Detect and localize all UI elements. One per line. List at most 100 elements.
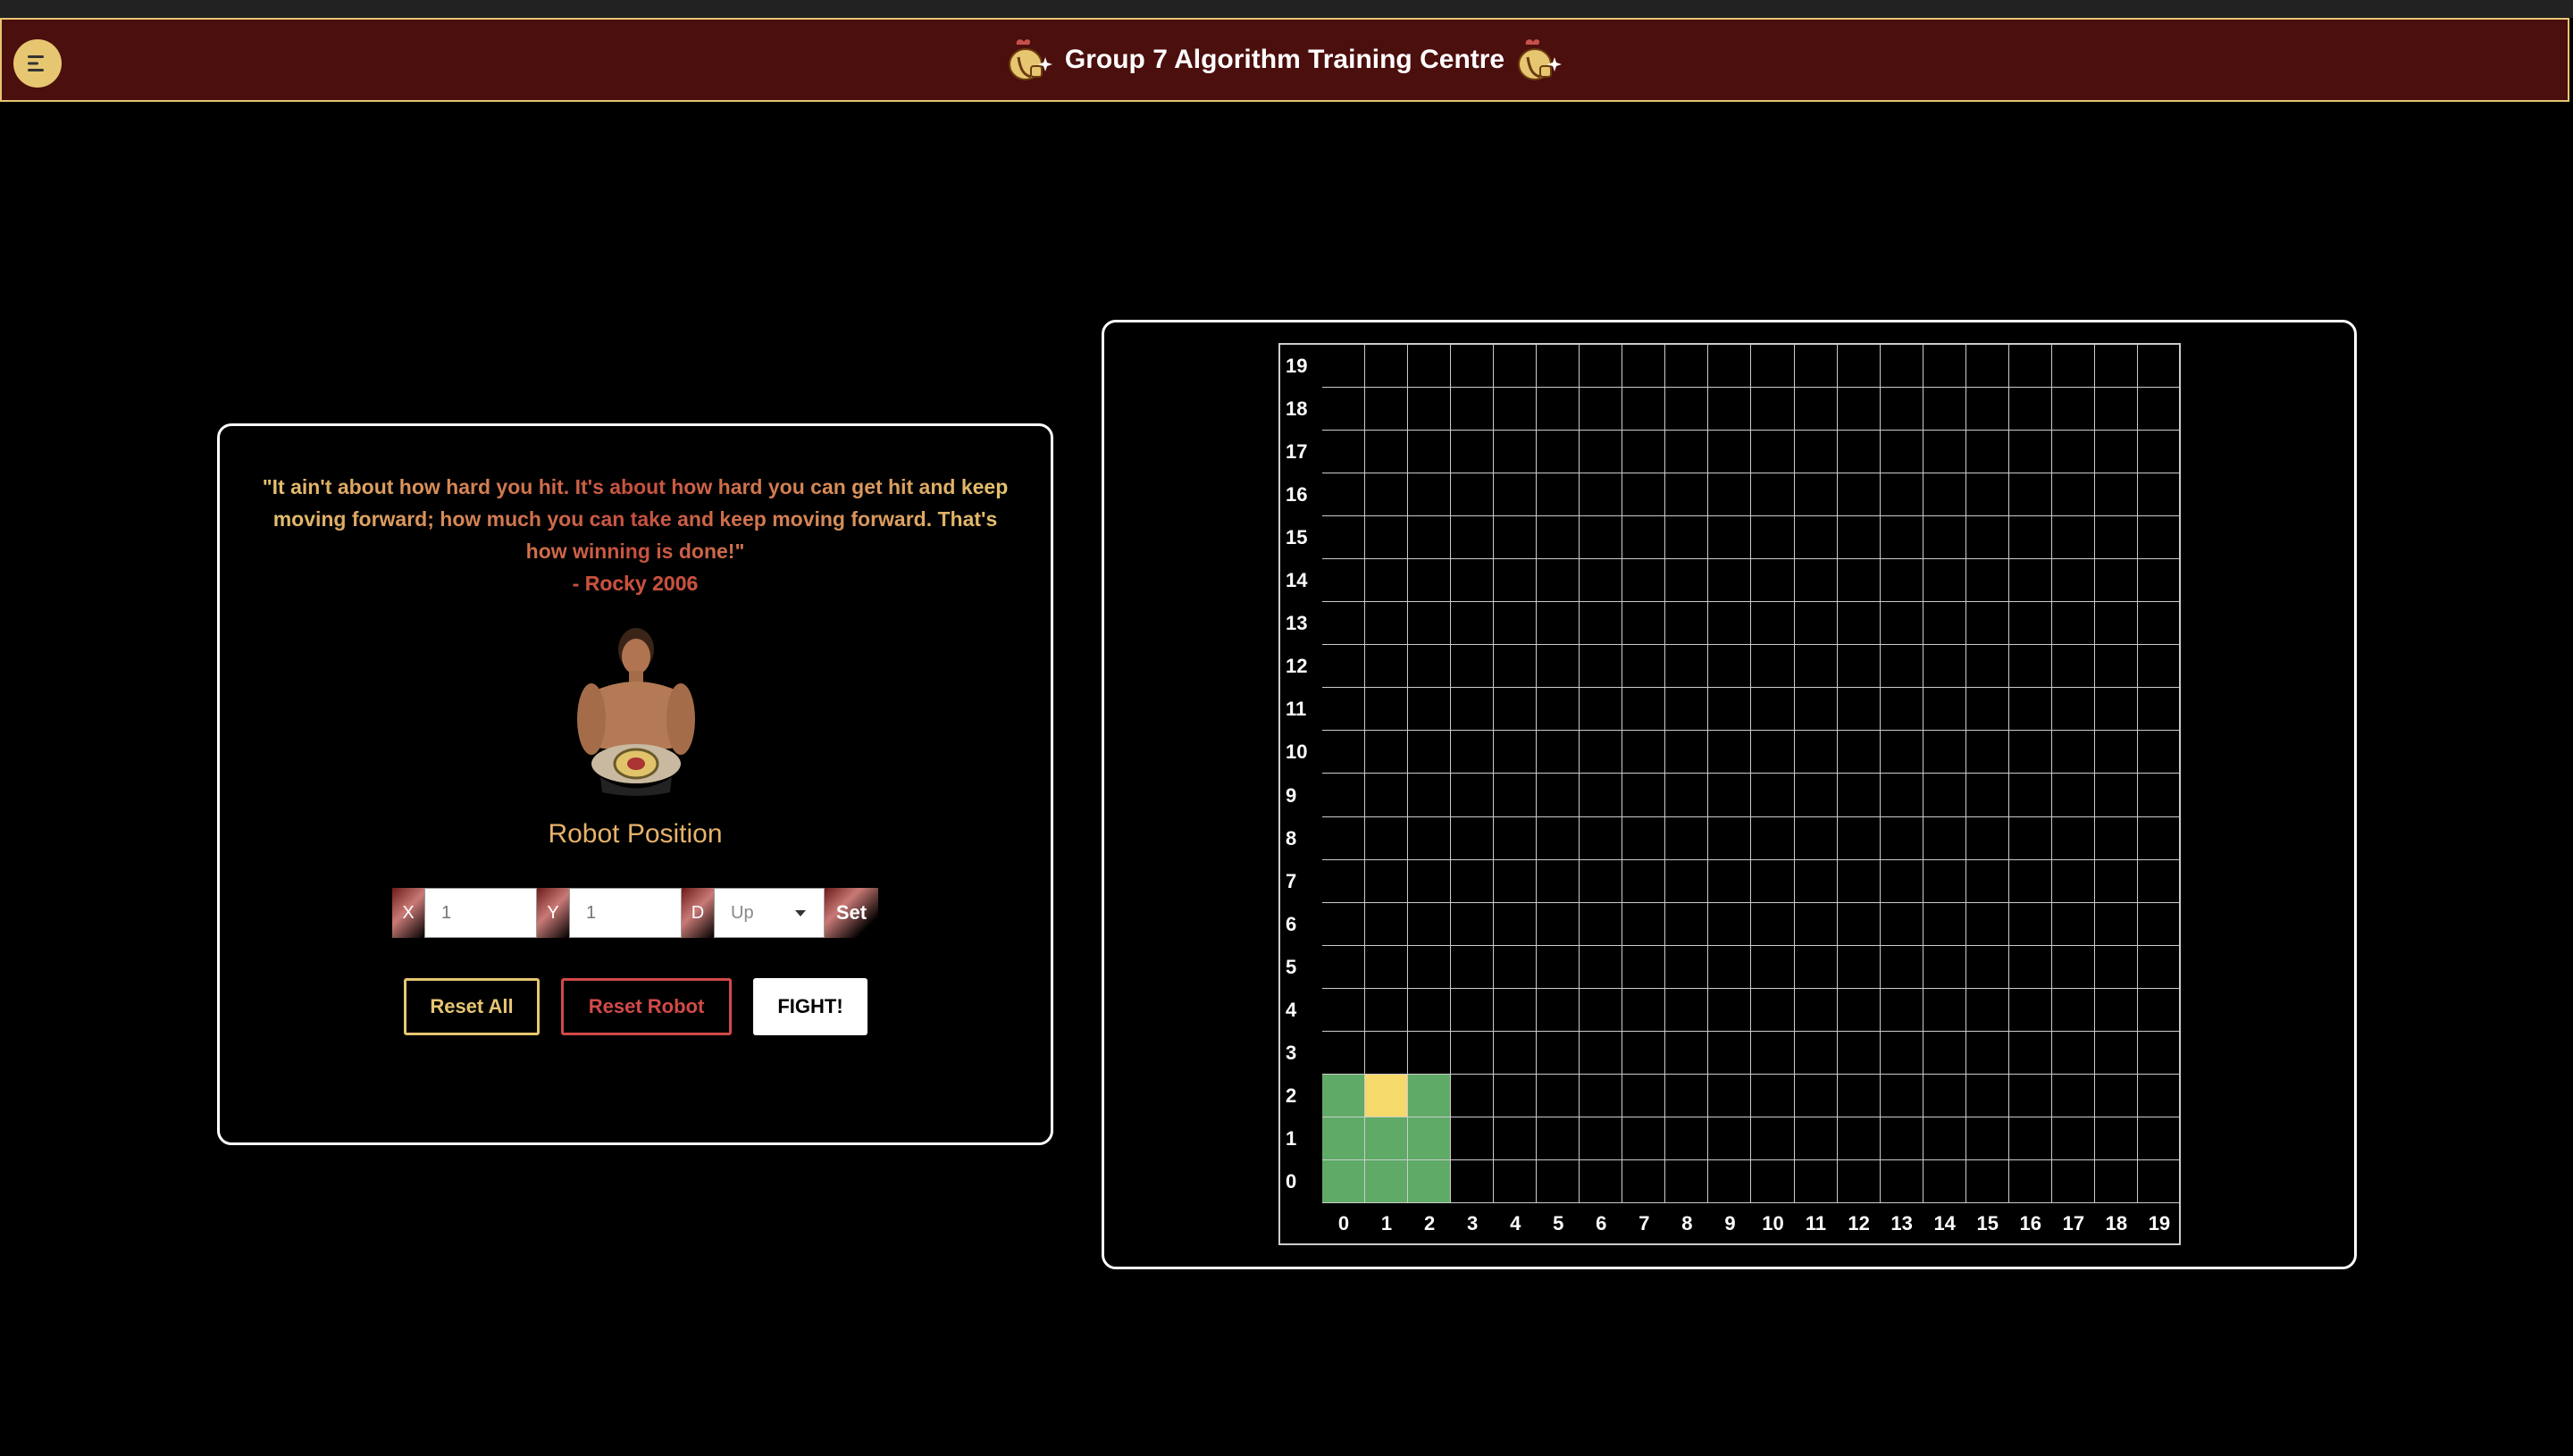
grid-cell[interactable] xyxy=(1837,688,1881,732)
grid-cell[interactable] xyxy=(1322,602,1366,646)
grid-cell[interactable] xyxy=(1880,516,1923,560)
grid-cell[interactable] xyxy=(2008,602,2052,646)
grid-cell[interactable] xyxy=(1708,1117,1752,1160)
grid-cell[interactable] xyxy=(1665,731,1709,774)
grid-cell[interactable] xyxy=(2137,731,2181,774)
grid-cell[interactable] xyxy=(1665,988,1709,1032)
grid-cell[interactable] xyxy=(1622,516,1666,560)
grid-cell[interactable] xyxy=(1665,431,1709,474)
robot-body-cell[interactable] xyxy=(1408,1117,1452,1160)
grid-cell[interactable] xyxy=(2137,1159,2181,1203)
grid-cell[interactable] xyxy=(1665,516,1709,560)
grid-cell[interactable] xyxy=(1965,859,2009,903)
grid-cell[interactable] xyxy=(2008,559,2052,603)
grid-cell[interactable] xyxy=(2008,688,2052,732)
grid-cell[interactable] xyxy=(1880,945,1923,989)
grid-cell[interactable] xyxy=(1408,988,1452,1032)
grid-cell[interactable] xyxy=(1365,688,1409,732)
grid-cell[interactable] xyxy=(1965,1031,2009,1075)
grid-cell[interactable] xyxy=(2137,431,2181,474)
grid-cell[interactable] xyxy=(1622,688,1666,732)
grid-cell[interactable] xyxy=(1665,645,1709,689)
grid-cell[interactable] xyxy=(1494,1159,1538,1203)
grid-cell[interactable] xyxy=(1794,388,1838,431)
grid-cell[interactable] xyxy=(1794,816,1838,860)
grid-cell[interactable] xyxy=(2094,816,2138,860)
grid-cell[interactable] xyxy=(1537,473,1580,517)
grid-cell[interactable] xyxy=(1537,1159,1580,1203)
grid-cell[interactable] xyxy=(2051,1074,2095,1117)
grid-cell[interactable] xyxy=(1580,1159,1623,1203)
grid-cell[interactable] xyxy=(1494,1074,1538,1117)
grid-cell[interactable] xyxy=(1965,473,2009,517)
grid-cell[interactable] xyxy=(2008,645,2052,689)
grid-cell[interactable] xyxy=(1751,902,1795,946)
grid-cell[interactable] xyxy=(1708,774,1752,817)
grid-cell[interactable] xyxy=(1965,559,2009,603)
grid-cell[interactable] xyxy=(1923,945,1966,989)
grid-cell[interactable] xyxy=(1965,1159,2009,1203)
grid-cell[interactable] xyxy=(1494,988,1538,1032)
grid-cell[interactable] xyxy=(1923,988,1966,1032)
grid-cell[interactable] xyxy=(1494,645,1538,689)
grid-cell[interactable] xyxy=(1751,1117,1795,1160)
grid-cell[interactable] xyxy=(1494,816,1538,860)
grid-cell[interactable] xyxy=(1322,988,1366,1032)
grid-cell[interactable] xyxy=(1837,1117,1881,1160)
grid-cell[interactable] xyxy=(2094,345,2138,389)
grid-cell[interactable] xyxy=(2094,988,2138,1032)
grid-cell[interactable] xyxy=(2008,988,2052,1032)
grid-cell[interactable] xyxy=(1794,688,1838,732)
grid-cell[interactable] xyxy=(1708,731,1752,774)
grid-cell[interactable] xyxy=(2051,988,2095,1032)
grid-cell[interactable] xyxy=(2008,1117,2052,1160)
grid-cell[interactable] xyxy=(1708,816,1752,860)
grid-cell[interactable] xyxy=(1408,945,1452,989)
grid-cell[interactable] xyxy=(1365,731,1409,774)
grid-cell[interactable] xyxy=(2051,816,2095,860)
grid-cell[interactable] xyxy=(1880,902,1923,946)
grid-cell[interactable] xyxy=(1923,559,1966,603)
grid-cell[interactable] xyxy=(2051,1117,2095,1160)
grid-cell[interactable] xyxy=(2137,816,2181,860)
grid-cell[interactable] xyxy=(2094,516,2138,560)
grid-cell[interactable] xyxy=(1322,731,1366,774)
grid-cell[interactable] xyxy=(1537,731,1580,774)
grid-cell[interactable] xyxy=(1965,388,2009,431)
grid-cell[interactable] xyxy=(1365,559,1409,603)
grid-cell[interactable] xyxy=(1751,602,1795,646)
robot-body-cell[interactable] xyxy=(1322,1074,1366,1117)
grid-cell[interactable] xyxy=(1451,1031,1495,1075)
grid-cell[interactable] xyxy=(1923,859,1966,903)
grid-cell[interactable] xyxy=(1708,902,1752,946)
grid-cell[interactable] xyxy=(2137,345,2181,389)
grid-cell[interactable] xyxy=(1494,431,1538,474)
grid-cell[interactable] xyxy=(1580,388,1623,431)
grid-cell[interactable] xyxy=(1751,816,1795,860)
grid-cell[interactable] xyxy=(2137,988,2181,1032)
grid-cell[interactable] xyxy=(1451,945,1495,989)
grid-cell[interactable] xyxy=(2008,516,2052,560)
grid-cell[interactable] xyxy=(1794,559,1838,603)
grid-cell[interactable] xyxy=(1408,388,1452,431)
grid-cell[interactable] xyxy=(1880,1031,1923,1075)
grid-cell[interactable] xyxy=(1837,431,1881,474)
grid-cell[interactable] xyxy=(1365,774,1409,817)
grid-cell[interactable] xyxy=(1965,645,2009,689)
grid-cell[interactable] xyxy=(2094,1074,2138,1117)
grid-cell[interactable] xyxy=(1622,1159,1666,1203)
grid-cell[interactable] xyxy=(1751,516,1795,560)
grid-cell[interactable] xyxy=(1365,902,1409,946)
grid-cell[interactable] xyxy=(1923,1074,1966,1117)
grid-cell[interactable] xyxy=(1622,473,1666,517)
grid-cell[interactable] xyxy=(1880,559,1923,603)
grid-cell[interactable] xyxy=(1408,816,1452,860)
grid-cell[interactable] xyxy=(1751,774,1795,817)
grid-cell[interactable] xyxy=(1665,1031,1709,1075)
grid-cell[interactable] xyxy=(1322,559,1366,603)
grid-cell[interactable] xyxy=(1451,731,1495,774)
grid-cell[interactable] xyxy=(1580,645,1623,689)
grid-cell[interactable] xyxy=(1923,345,1966,389)
grid-cell[interactable] xyxy=(2008,473,2052,517)
grid-cell[interactable] xyxy=(1923,516,1966,560)
